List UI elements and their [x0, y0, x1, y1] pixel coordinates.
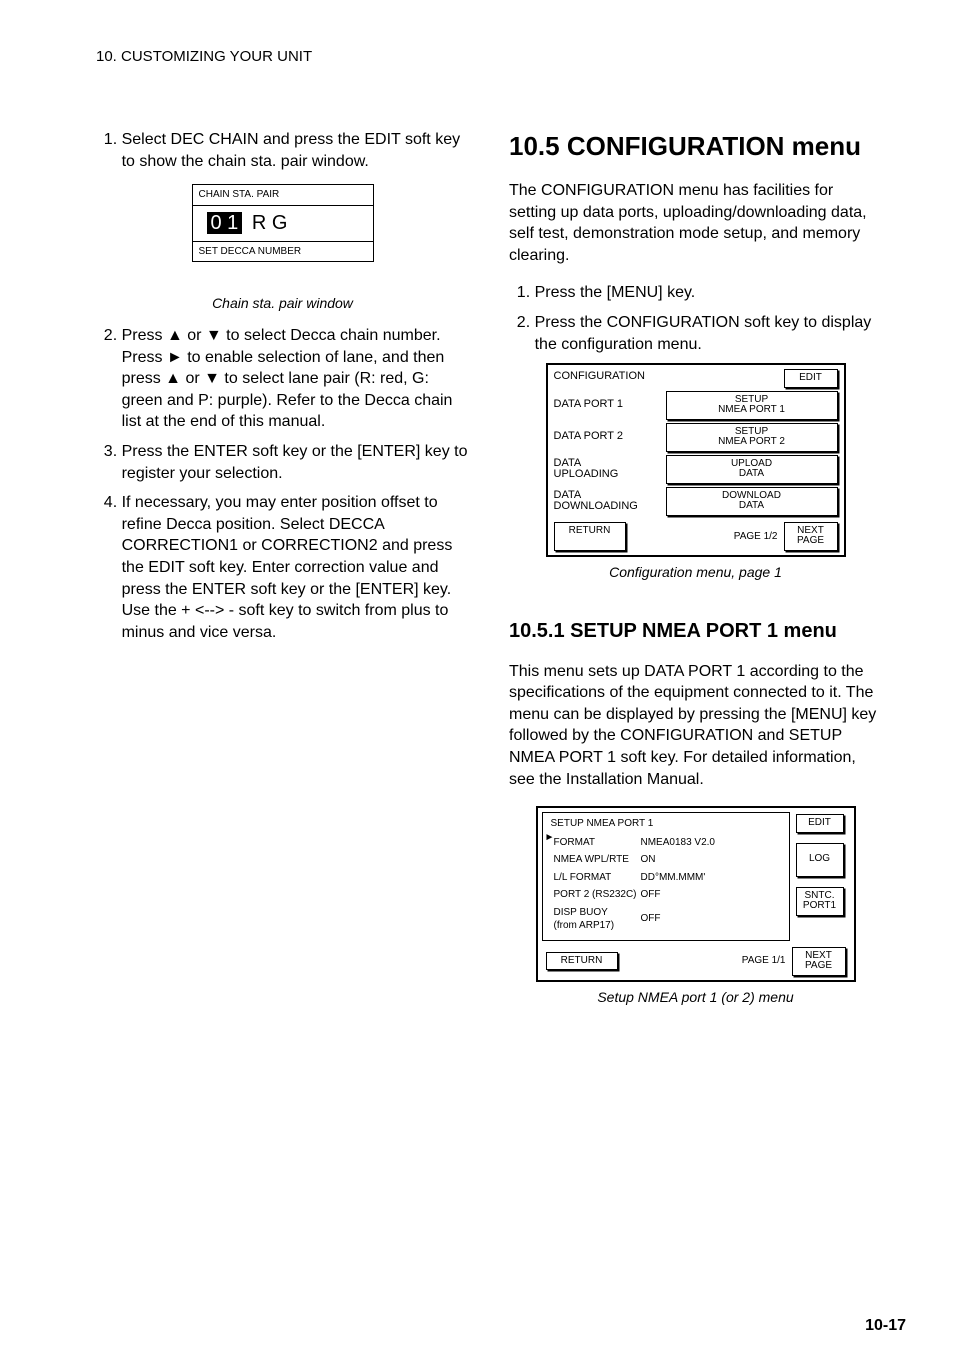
sntc-port1-softkey[interactable]: SNTC. PORT1 [796, 887, 844, 916]
setup-nmea-port-1-softkey[interactable]: SETUP NMEA PORT 1 [666, 391, 838, 420]
chain-sta-pair-window: CHAIN STA. PAIR 0 1 R G SET DECCA NUMBER [192, 184, 374, 262]
figure-caption-1: Chain sta. pair window [96, 294, 469, 313]
nmea-row-key: PORT 2 (RS232C) [553, 887, 638, 903]
setup-nmea-port-2-softkey[interactable]: SETUP NMEA PORT 2 [666, 423, 838, 452]
config-row-label: DATA DOWNLOADING [554, 490, 644, 513]
return-softkey[interactable]: RETURN [554, 522, 626, 551]
edit-softkey[interactable]: EDIT [796, 814, 844, 833]
section-10-5-1-body: This menu sets up DATA PORT 1 according … [509, 661, 882, 791]
chain-number: 0 1 [207, 212, 243, 234]
next-page-softkey[interactable]: NEXT PAGE [792, 947, 846, 976]
nmea-page-indicator: PAGE 1/1 [742, 954, 786, 968]
left-step-3: Press the ENTER soft key or the [ENTER] … [122, 441, 469, 484]
section-10-5-1-name: SETUP NMEA PORT 1 menu [570, 620, 837, 642]
selection-pointer-icon: ► [545, 831, 555, 845]
next-page-softkey[interactable]: NEXT PAGE [784, 522, 838, 551]
left-step-2: Press ▲ or ▼ to select Decca chain numbe… [122, 325, 469, 433]
nmea-row-val: NMEA0183 V2.0 [640, 835, 717, 851]
nmea-row-val: ON [640, 852, 717, 868]
chain-pair: R G [252, 212, 288, 234]
nmea-row-key: FORMAT [553, 835, 638, 851]
nmea-row-key: L/L FORMAT [553, 870, 638, 886]
config-menu-title: CONFIGURATION [554, 369, 784, 384]
nmea-row-val: OFF [640, 887, 717, 903]
left-step-1: Select DEC CHAIN and press the EDIT soft… [122, 129, 469, 172]
left-column: Select DEC CHAIN and press the EDIT soft… [96, 129, 469, 1019]
nmea-row-key: DISP BUOY (from ARP17) [553, 905, 638, 934]
return-softkey[interactable]: RETURN [546, 952, 618, 971]
download-data-softkey[interactable]: DOWNLOAD DATA [666, 487, 838, 516]
upload-data-softkey[interactable]: UPLOAD DATA [666, 455, 838, 484]
chain-window-hint: SET DECCA NUMBER [193, 241, 373, 262]
section-10-5-number: 10.5 [509, 131, 560, 161]
section-10-5-step-1: Press the [MENU] key. [535, 282, 882, 304]
nmea-row-key: NMEA WPL/RTE [553, 852, 638, 868]
page-number: 10-17 [865, 1317, 906, 1335]
chain-window-values: 0 1 R G [193, 206, 373, 241]
running-header: 10. CUSTOMIZING YOUR UNIT [96, 48, 882, 65]
left-step-4: If necessary, you may enter position off… [122, 492, 469, 643]
nmea-port-1-menu-figure: ► SETUP NMEA PORT 1 FORMATNMEA0183 V2.0 … [536, 806, 856, 982]
configuration-menu-figure: CONFIGURATION EDIT DATA PORT 1 SETUP NME… [546, 363, 846, 557]
figure-caption-3: Setup NMEA port 1 (or 2) menu [509, 988, 882, 1007]
nmea-row-val: DD°MM.MMM' [640, 870, 717, 886]
section-10-5-intro: The CONFIGURATION menu has facilities fo… [509, 180, 882, 266]
section-10-5-1-title: 10.5.1 SETUP NMEA PORT 1 menu [509, 618, 882, 645]
figure-caption-2: Configuration menu, page 1 [509, 563, 882, 582]
config-row-label: DATA UPLOADING [554, 458, 644, 481]
config-page-indicator: PAGE 1/2 [734, 530, 778, 544]
log-softkey[interactable]: LOG [796, 843, 844, 877]
section-10-5-1-number: 10.5.1 [509, 620, 565, 642]
right-column: 10.5 CONFIGURATION menu The CONFIGURATIO… [509, 129, 882, 1019]
section-10-5-step-2: Press the CONFIGURATION soft key to disp… [535, 312, 882, 355]
config-row-label: DATA PORT 2 [554, 431, 644, 443]
chain-window-title: CHAIN STA. PAIR [193, 185, 373, 206]
section-10-5-title: 10.5 CONFIGURATION menu [509, 129, 882, 164]
nmea-menu-title: SETUP NMEA PORT 1 [551, 817, 787, 831]
section-10-5-name: CONFIGURATION menu [567, 131, 861, 161]
config-row-label: DATA PORT 1 [554, 399, 644, 411]
nmea-row-val: OFF [640, 905, 717, 934]
edit-softkey[interactable]: EDIT [784, 369, 838, 388]
